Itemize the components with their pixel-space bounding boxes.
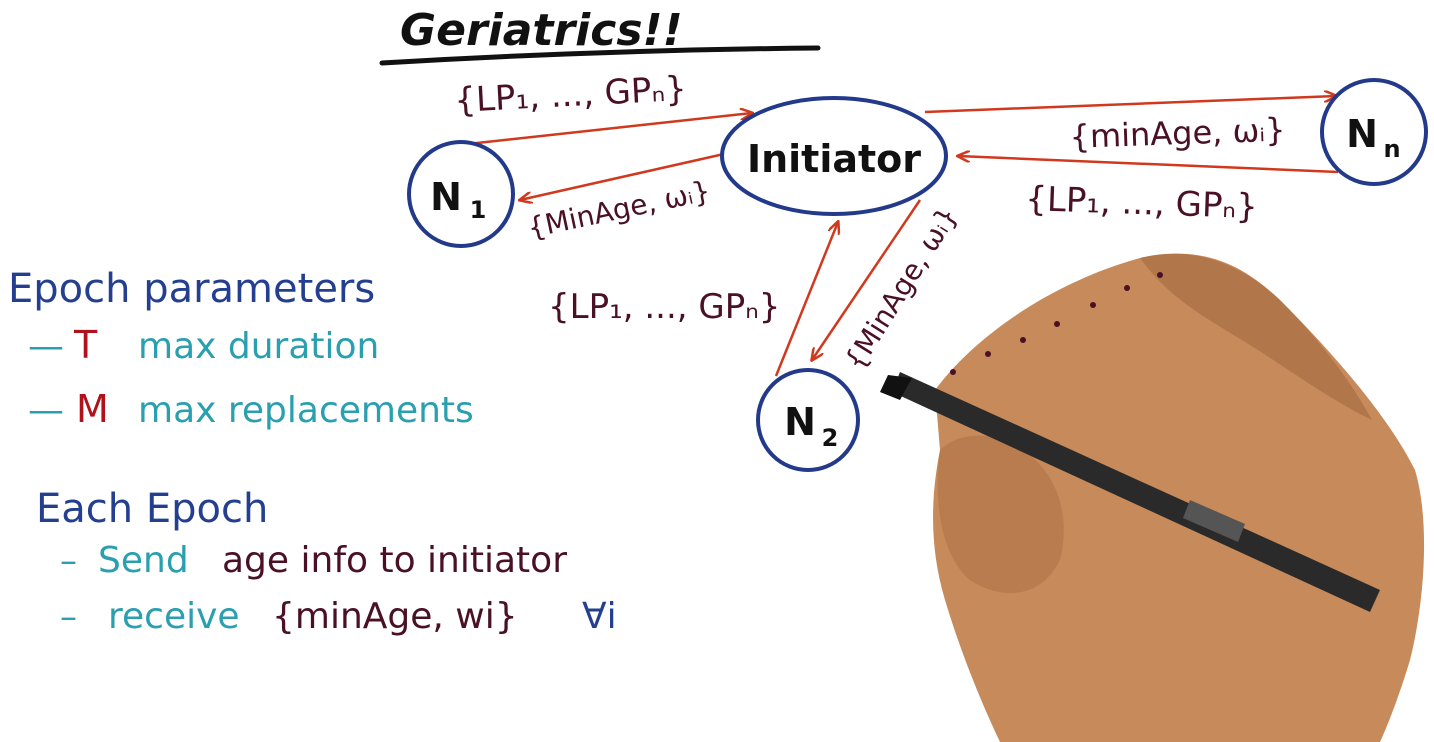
each-epoch-receive-forall: ∀i xyxy=(582,596,617,637)
msg-n1-to-initiator: {LP₁, ..., GPₙ} xyxy=(453,69,687,121)
epoch-param-t-text: max duration xyxy=(138,326,379,367)
whiteboard-diagram: Geriatrics!! Initiator N 1 N 2 N n {LP₁,… xyxy=(8,5,1428,742)
node-n1: N 1 xyxy=(407,140,515,248)
each-epoch-receive-verb: receive xyxy=(108,596,240,637)
epoch-param-t-symbol: T xyxy=(73,323,98,367)
epoch-param-t: — T max duration xyxy=(28,323,379,367)
epoch-param-m-symbol: M xyxy=(76,387,109,431)
arrow-n2-to-initiator xyxy=(774,222,838,377)
each-epoch-receive-set: {minAge, wi} xyxy=(272,596,518,637)
each-epoch-receive: – receive {minAge, wi} ∀i xyxy=(60,596,617,637)
arrow-initiator-to-nn xyxy=(924,96,1336,114)
msg-initiator-to-n1: {MinAge, ωᵢ} xyxy=(525,174,714,245)
node-nn: N n xyxy=(1320,78,1428,186)
epoch-param-m: — M max replacements xyxy=(28,387,474,431)
msg-n2-to-initiator: {LP₁, ..., GPₙ} xyxy=(548,287,780,327)
node-n1-label: N xyxy=(430,175,462,219)
node-nn-subscript: n xyxy=(1383,135,1400,163)
msg-nn-to-initiator: {LP₁, ..., GPₙ} xyxy=(1025,179,1259,227)
msg-initiator-to-nn: {minAge, ωᵢ} xyxy=(1069,110,1286,156)
each-epoch-send-rest: age info to initiator xyxy=(222,540,567,581)
each-epoch-heading: Each Epoch xyxy=(36,486,268,532)
page-title: Geriatrics!! xyxy=(400,5,683,56)
node-n2-subscript: 2 xyxy=(822,424,839,452)
node-n1-subscript: 1 xyxy=(470,196,487,224)
epoch-param-t-dash: — xyxy=(28,326,64,367)
arrow-nn-to-initiator xyxy=(958,156,1339,174)
epoch-parameters-heading: Epoch parameters xyxy=(8,266,375,312)
each-epoch-send: – Send age info to initiator xyxy=(60,540,567,581)
each-epoch-receive-dash: – xyxy=(60,597,77,637)
epoch-param-m-text: max replacements xyxy=(138,390,474,431)
node-initiator: Initiator xyxy=(720,96,948,216)
hand-with-marker-illustration xyxy=(880,253,1425,742)
node-nn-label: N xyxy=(1346,112,1378,156)
node-n2: N 2 xyxy=(756,368,860,472)
each-epoch-send-verb: Send xyxy=(98,540,189,581)
each-epoch-send-dash: – xyxy=(60,541,77,581)
epoch-param-m-dash: — xyxy=(28,390,64,431)
node-n2-label: N xyxy=(784,400,816,444)
node-initiator-label: Initiator xyxy=(747,137,921,181)
